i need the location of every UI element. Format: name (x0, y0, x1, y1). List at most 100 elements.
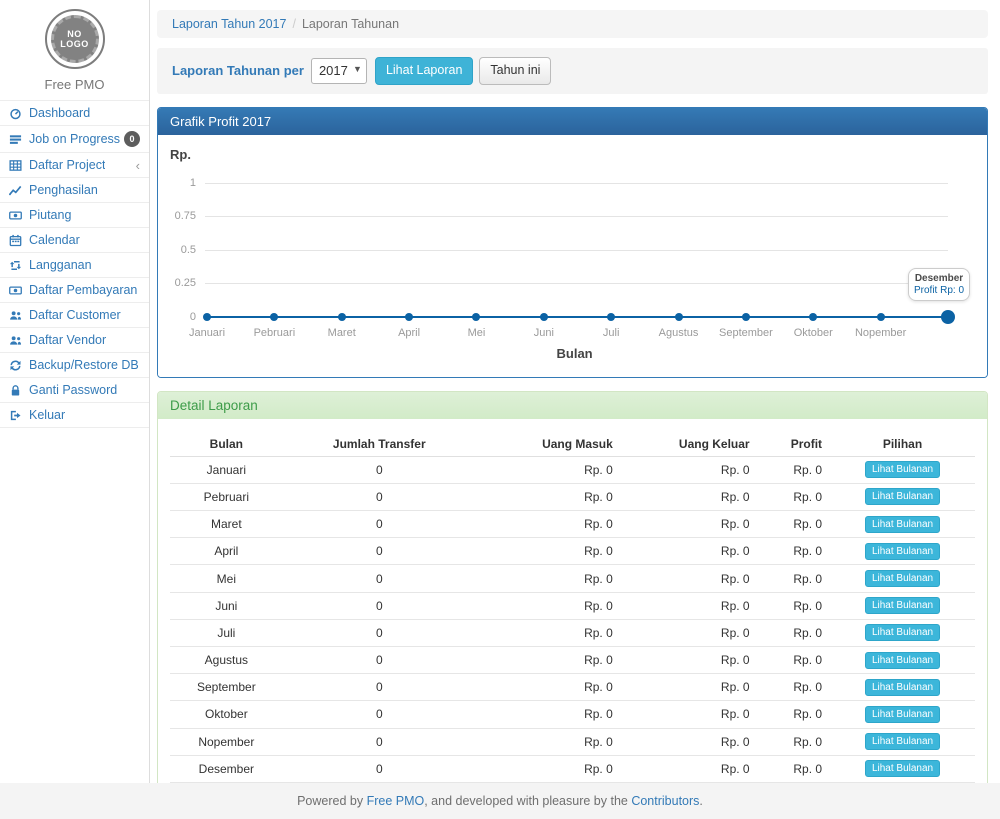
chart-point-september[interactable] (742, 313, 750, 321)
sidebar-item-job-on-progress[interactable]: Job on Progress 0 (0, 126, 149, 153)
sidebar-item-daftar-pembayaran[interactable]: Daftar Pembayaran (0, 278, 149, 303)
chart-point-april[interactable] (405, 313, 413, 321)
lihat-bulanan-button[interactable]: Lihat Bulanan (865, 679, 940, 696)
list-icon (9, 133, 26, 146)
pilihan-cell: Lihat Bulanan (830, 755, 975, 782)
sidebar-item-label: Daftar Pembayaran (29, 283, 137, 297)
jumlah-transfer-cell: 0 (283, 538, 476, 565)
chart-point-juli[interactable] (607, 313, 615, 321)
lihat-bulanan-button[interactable]: Lihat Bulanan (865, 624, 940, 641)
uang-keluar-cell: Rp. 0 (621, 511, 758, 538)
y-axis-tick: 0 (160, 311, 196, 323)
count-badge: 0 (124, 131, 140, 147)
logo-text-line1: NO (67, 29, 82, 39)
pilihan-cell: Lihat Bulanan (830, 565, 975, 592)
jumlah-transfer-cell: 0 (283, 701, 476, 728)
breadcrumb-current: Laporan Tahunan (302, 17, 399, 31)
lihat-bulanan-button[interactable]: Lihat Bulanan (865, 543, 940, 560)
chart-point-mei[interactable] (472, 313, 480, 321)
sidebar-item-label: Daftar Project (29, 158, 105, 172)
footer-text-suffix: . (699, 794, 702, 808)
bulan-cell: Agustus (170, 647, 283, 674)
detail-report-panel: Detail Laporan BulanJumlah TransferUang … (157, 391, 988, 819)
pilihan-cell: Lihat Bulanan (830, 728, 975, 755)
chart-point-desember[interactable] (941, 310, 955, 324)
bulan-cell: Juli (170, 619, 283, 646)
pilihan-cell: Lihat Bulanan (830, 483, 975, 510)
lihat-bulanan-button[interactable]: Lihat Bulanan (865, 652, 940, 669)
sidebar-item-backup-restore-db[interactable]: Backup/Restore DB (0, 353, 149, 378)
uang-masuk-cell: Rp. 0 (476, 701, 621, 728)
chart-point-januari[interactable] (203, 313, 211, 321)
app-logo: NO LOGO (45, 9, 105, 69)
x-axis-label: Nopember (845, 327, 917, 339)
chart-point-agustus[interactable] (675, 313, 683, 321)
main-content: Laporan Tahun 2017/Laporan Tahunan Lapor… (150, 0, 1000, 783)
lihat-bulanan-button[interactable]: Lihat Bulanan (865, 760, 940, 777)
lihat-bulanan-button[interactable]: Lihat Bulanan (865, 516, 940, 533)
sidebar-item-label: Calendar (29, 233, 80, 247)
sidebar-item-keluar[interactable]: Keluar (0, 403, 149, 428)
x-axis-label: Agustus (643, 327, 715, 339)
chart-point-pebruari[interactable] (270, 313, 278, 321)
table-icon (9, 159, 26, 172)
y-axis-tick: 1 (160, 177, 196, 189)
footer-link-freepmo[interactable]: Free PMO (367, 794, 425, 808)
year-select[interactable]: 2017 (311, 58, 367, 84)
x-axis-label: Juni (508, 327, 580, 339)
bulan-cell: Nopember (170, 728, 283, 755)
y-axis-tick: 0.75 (160, 210, 196, 222)
sidebar-item-label: Job on Progress (29, 132, 120, 146)
chart-point-juni[interactable] (540, 313, 548, 321)
sidebar-item-label: Penghasilan (29, 183, 98, 197)
sidebar-item-dashboard[interactable]: Dashboard (0, 101, 149, 126)
y-axis-tick: 0.5 (160, 244, 196, 256)
bulan-cell: September (170, 674, 283, 701)
lock-icon (9, 384, 26, 397)
jumlah-transfer-cell: 0 (283, 483, 476, 510)
sidebar-item-daftar-customer[interactable]: Daftar Customer (0, 303, 149, 328)
table-row: Desember0Rp. 0Rp. 0Rp. 0Lihat Bulanan (170, 755, 975, 782)
sidebar-item-daftar-project[interactable]: Daftar Project‹ (0, 153, 149, 178)
lihat-bulanan-button[interactable]: Lihat Bulanan (865, 733, 940, 750)
profit-cell: Rp. 0 (758, 728, 830, 755)
lihat-bulanan-button[interactable]: Lihat Bulanan (865, 570, 940, 587)
detail-panel-body: BulanJumlah TransferUang MasukUang Kelua… (158, 419, 987, 819)
uang-keluar-cell: Rp. 0 (621, 456, 758, 483)
lihat-bulanan-button[interactable]: Lihat Bulanan (865, 461, 940, 478)
footer-text-middle: , and developed with pleasure by the (424, 794, 631, 808)
sidebar: NO LOGO Free PMO DashboardJob on Progres… (0, 0, 150, 783)
sidebar-item-label: Dashboard (29, 106, 90, 120)
sidebar-item-ganti-password[interactable]: Ganti Password (0, 378, 149, 403)
sidebar-item-penghasilan[interactable]: Penghasilan (0, 178, 149, 203)
tahun-ini-button[interactable]: Tahun ini (479, 57, 551, 85)
sidebar-item-piutang[interactable]: Piutang (0, 203, 149, 228)
footer-link-contributors[interactable]: Contributors (631, 794, 699, 808)
uang-masuk-cell: Rp. 0 (476, 538, 621, 565)
breadcrumb-link[interactable]: Laporan Tahun 2017 (172, 17, 286, 31)
sidebar-item-label: Keluar (29, 408, 65, 422)
jumlah-transfer-cell: 0 (283, 565, 476, 592)
sidebar-item-daftar-vendor[interactable]: Daftar Vendor (0, 328, 149, 353)
uang-keluar-cell: Rp. 0 (621, 728, 758, 755)
chart-point-maret[interactable] (338, 313, 346, 321)
filter-label: Laporan Tahunan per (172, 63, 304, 78)
lihat-laporan-button[interactable]: Lihat Laporan (375, 57, 473, 85)
sidebar-item-calendar[interactable]: Calendar (0, 228, 149, 253)
lihat-bulanan-button[interactable]: Lihat Bulanan (865, 597, 940, 614)
x-axis-label: April (373, 327, 445, 339)
profit-cell: Rp. 0 (758, 565, 830, 592)
chart-point-nopember[interactable] (877, 313, 885, 321)
chart-point-oktober[interactable] (809, 313, 817, 321)
uang-masuk-cell: Rp. 0 (476, 755, 621, 782)
detail-panel-title: Detail Laporan (158, 392, 987, 419)
lihat-bulanan-button[interactable]: Lihat Bulanan (865, 706, 940, 723)
sign-out-icon (9, 409, 26, 422)
sidebar-item-label: Ganti Password (29, 383, 117, 397)
column-header: Profit (758, 433, 830, 457)
bulan-cell: Juni (170, 592, 283, 619)
profit-cell: Rp. 0 (758, 755, 830, 782)
profit-cell: Rp. 0 (758, 592, 830, 619)
sidebar-item-langganan[interactable]: Langganan (0, 253, 149, 278)
lihat-bulanan-button[interactable]: Lihat Bulanan (865, 488, 940, 505)
